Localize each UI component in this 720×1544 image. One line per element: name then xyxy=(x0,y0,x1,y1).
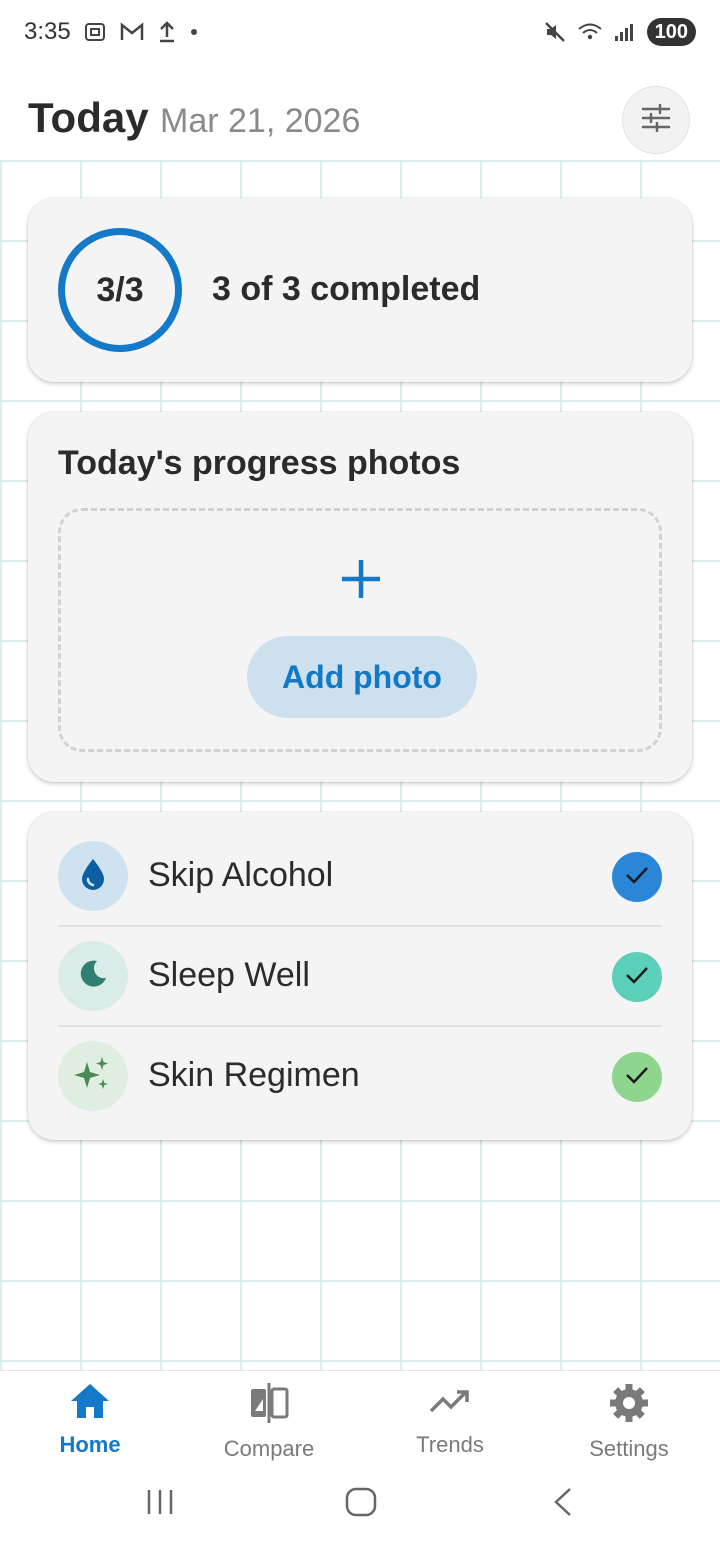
habit-icon-bg xyxy=(58,1041,128,1111)
page-date: Mar 21, 2026 xyxy=(160,102,361,140)
battery-badge: 100 xyxy=(646,18,696,46)
plus-icon xyxy=(339,557,383,601)
habit-row-skip-alcohol[interactable]: Skip Alcohol xyxy=(58,826,662,926)
gmail-icon xyxy=(119,21,145,43)
habit-row-sleep-well[interactable]: Sleep Well xyxy=(58,926,662,1026)
status-bar: 3:35 100 xyxy=(0,0,720,64)
back-icon[interactable] xyxy=(548,1486,578,1523)
progress-ring: 3/3 xyxy=(58,228,182,352)
check-icon xyxy=(624,864,650,891)
nav-trends[interactable]: Trends xyxy=(370,1381,530,1467)
habits-card: Skip Alcohol Sleep Well Skin Regimen xyxy=(28,812,692,1140)
status-time: 3:35 xyxy=(24,18,71,45)
status-right: 100 xyxy=(543,18,696,46)
system-nav xyxy=(0,1470,720,1544)
home-icon xyxy=(68,1381,112,1426)
trending-icon xyxy=(428,1381,472,1426)
nav-settings[interactable]: Settings xyxy=(549,1381,709,1467)
nav-compare[interactable]: Compare xyxy=(189,1381,349,1467)
filter-button[interactable] xyxy=(622,86,690,154)
habit-checkbox[interactable] xyxy=(612,1052,662,1102)
upload-icon xyxy=(157,20,177,44)
sliders-icon xyxy=(640,103,672,137)
habit-label: Sleep Well xyxy=(148,956,310,994)
moon-icon xyxy=(77,958,109,995)
home-button-icon[interactable] xyxy=(344,1486,378,1523)
status-left: 3:35 xyxy=(24,18,199,46)
recents-icon[interactable] xyxy=(144,1486,176,1523)
photos-card: Today's progress photos Add photo xyxy=(28,412,692,782)
nav-home[interactable]: Home xyxy=(10,1381,170,1467)
drop-icon xyxy=(79,857,107,896)
page-title: Today xyxy=(28,94,149,141)
photo-dropzone[interactable]: Add photo xyxy=(58,508,662,752)
screenshot-icon xyxy=(83,20,107,44)
habit-checkbox[interactable] xyxy=(612,952,662,1002)
nav-label: Home xyxy=(59,1432,121,1457)
check-icon xyxy=(624,964,650,991)
header: Today Mar 21, 2026 xyxy=(0,64,720,160)
progress-card: 3/3 3 of 3 completed xyxy=(28,198,692,382)
check-icon xyxy=(624,1064,650,1091)
mute-icon xyxy=(543,20,567,44)
signal-icon xyxy=(613,21,637,43)
progress-summary: 3 of 3 completed xyxy=(212,270,481,308)
habit-icon-bg xyxy=(58,941,128,1011)
habit-checkbox[interactable] xyxy=(612,852,662,902)
bottom-nav: Home Compare Trends Settings xyxy=(0,1370,720,1470)
nav-label: Compare xyxy=(223,1436,315,1461)
wifi-icon xyxy=(577,21,603,43)
photos-title: Today's progress photos xyxy=(58,444,461,482)
nav-label: Settings xyxy=(589,1436,669,1461)
habit-icon-bg xyxy=(58,841,128,911)
habit-label: Skip Alcohol xyxy=(148,856,334,894)
habit-row-skin-regimen[interactable]: Skin Regimen xyxy=(58,1026,662,1126)
habit-label: Skin Regimen xyxy=(148,1056,360,1094)
progress-ring-label: 3/3 xyxy=(96,270,144,309)
dot-icon xyxy=(189,27,199,37)
nav-label: Trends xyxy=(416,1432,484,1457)
compare-icon xyxy=(247,1381,291,1430)
add-photo-button[interactable]: Add photo xyxy=(247,636,477,718)
sparkle-icon xyxy=(73,1054,113,1099)
gear-icon xyxy=(607,1381,651,1430)
